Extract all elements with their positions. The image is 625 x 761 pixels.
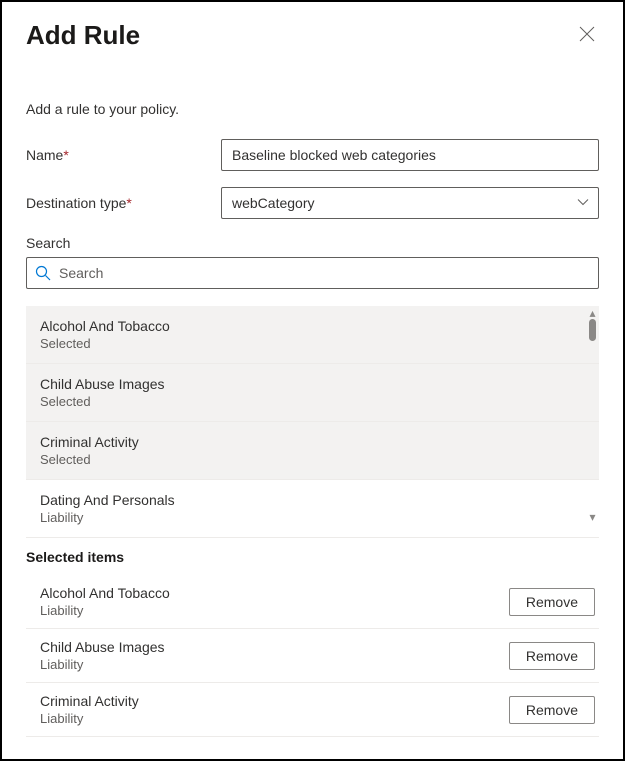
search-label: Search: [26, 235, 599, 251]
list-item-title: Child Abuse Images: [40, 376, 585, 392]
name-label: Name*: [26, 147, 221, 163]
selected-item-text: Alcohol And Tobacco Liability: [40, 585, 509, 618]
list-item[interactable]: Dating And Personals Liability: [26, 480, 599, 538]
category-list-scroll: Alcohol And Tobacco Selected Child Abuse…: [26, 305, 599, 538]
panel-header: Add Rule: [26, 20, 599, 51]
selected-item-title: Alcohol And Tobacco: [40, 585, 509, 601]
remove-button[interactable]: Remove: [509, 588, 595, 616]
search-input[interactable]: [59, 265, 590, 281]
selected-item-text: Child Abuse Images Liability: [40, 639, 509, 672]
selected-item-title: Child Abuse Images: [40, 639, 509, 655]
required-asterisk: *: [63, 147, 68, 163]
remove-button[interactable]: Remove: [509, 696, 595, 724]
selected-item: Criminal Activity Liability Remove: [26, 683, 599, 737]
selected-item-sub: Liability: [40, 603, 509, 618]
close-icon: [579, 30, 595, 45]
selected-item-sub: Liability: [40, 657, 509, 672]
scrollbar[interactable]: ▴ ▾: [586, 305, 599, 525]
search-icon: [35, 265, 51, 281]
search-section: Search: [26, 235, 599, 289]
list-item-sub: Selected: [40, 452, 585, 467]
selected-item: Child Abuse Images Liability Remove: [26, 629, 599, 683]
scroll-thumb[interactable]: [589, 319, 596, 341]
list-item-sub: Selected: [40, 336, 585, 351]
list-item-title: Alcohol And Tobacco: [40, 318, 585, 334]
selected-item-text: Criminal Activity Liability: [40, 693, 509, 726]
list-item[interactable]: Alcohol And Tobacco Selected: [26, 306, 599, 364]
required-asterisk: *: [126, 195, 131, 211]
destination-field-row: Destination type*: [26, 187, 599, 219]
selected-items-header: Selected items: [26, 549, 599, 565]
category-list: Alcohol And Tobacco Selected Child Abuse…: [26, 305, 599, 525]
list-item[interactable]: Child Abuse Images Selected: [26, 364, 599, 422]
selected-items-list: Alcohol And Tobacco Liability Remove Chi…: [26, 575, 599, 737]
name-input[interactable]: [221, 139, 599, 171]
scroll-down-icon: ▾: [589, 509, 595, 525]
remove-button[interactable]: Remove: [509, 642, 595, 670]
name-field-row: Name*: [26, 139, 599, 171]
search-box: [26, 257, 599, 289]
selected-item: Alcohol And Tobacco Liability Remove: [26, 575, 599, 629]
destination-label: Destination type*: [26, 195, 221, 211]
list-item-title: Criminal Activity: [40, 434, 585, 450]
list-item-title: Dating And Personals: [40, 492, 585, 508]
selected-item-sub: Liability: [40, 711, 509, 726]
destination-select[interactable]: [221, 187, 599, 219]
selected-item-title: Criminal Activity: [40, 693, 509, 709]
panel-subtitle: Add a rule to your policy.: [26, 101, 599, 117]
list-item-sub: Liability: [40, 510, 585, 525]
list-item-sub: Selected: [40, 394, 585, 409]
close-button[interactable]: [575, 22, 599, 49]
add-rule-panel: Add Rule Add a rule to your policy. Name…: [0, 0, 625, 761]
panel-title: Add Rule: [26, 20, 140, 51]
destination-select-wrap: [221, 187, 599, 219]
list-item[interactable]: Criminal Activity Selected: [26, 422, 599, 480]
